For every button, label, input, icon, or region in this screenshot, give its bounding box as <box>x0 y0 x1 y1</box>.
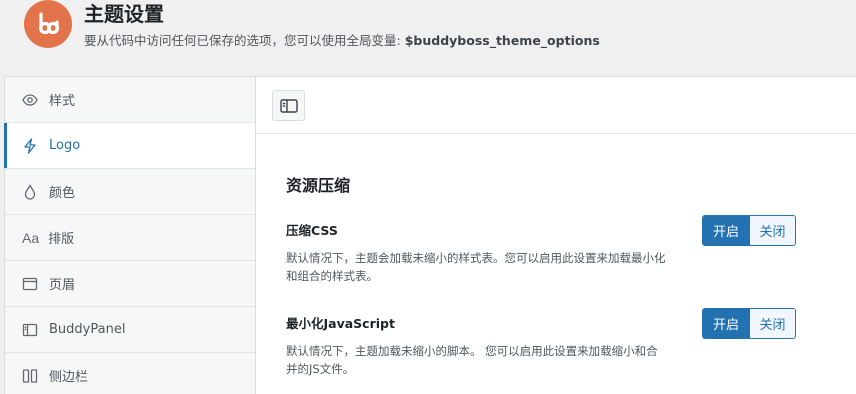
sidebar-item-label: Logo <box>49 138 81 153</box>
eye-icon <box>22 92 38 108</box>
minify-js-on-button[interactable]: 开启 <box>703 309 749 338</box>
compress-css-off-button[interactable]: 关闭 <box>749 216 795 245</box>
page-title: 主题设置 <box>84 2 164 26</box>
sidebar-item-sidebars[interactable]: 侧边栏 <box>5 353 255 394</box>
settings-content: 资源压缩 压缩CSS 默认情况下，主题会加载未缩小的样式表。您可以启用此设置来加… <box>256 77 856 394</box>
sidebar-item-header[interactable]: 页眉 <box>5 261 255 307</box>
sidebar-item-label: 颜色 <box>49 186 76 201</box>
sidebar-toggle-icon <box>279 98 298 113</box>
sidebar-item-label: 样式 <box>49 94 76 109</box>
subtitle-text: 要从代码中访问任何已保存的选项，您可以使用全局变量: <box>84 33 401 48</box>
content-toolbar <box>256 77 856 134</box>
settings-panel: 样式 Logo 颜色 Aa 排版 页眉 BuddyPanel 侧边栏 资源压缩 … <box>4 76 856 394</box>
sidebar-item-logo[interactable]: Logo <box>4 123 255 169</box>
settings-sidebar: 样式 Logo 颜色 Aa 排版 页眉 BuddyPanel 侧边栏 <box>4 77 256 394</box>
columns-icon <box>22 368 38 384</box>
section-title: 资源压缩 <box>286 176 351 195</box>
droplet-icon <box>22 183 38 200</box>
setting-description: 默认情况下，主题会加载未缩小的样式表。您可以启用此设置来加载最小化和组合的样式表… <box>286 251 666 283</box>
typography-icon: Aa <box>22 229 40 246</box>
minify-js-off-button[interactable]: 关闭 <box>749 309 795 338</box>
bolt-icon <box>22 137 38 154</box>
compress-css-on-button[interactable]: 开启 <box>703 216 749 245</box>
window-icon <box>22 276 38 292</box>
sidebar-item-buddypanel[interactable]: BuddyPanel <box>5 307 255 353</box>
sidebar-item-colors[interactable]: 颜色 <box>5 169 255 215</box>
setting-minify-js: 最小化JavaScript 默认情况下，主题加载未缩小的脚本。 您可以启用此设置… <box>286 308 826 378</box>
sidebar-item-typography[interactable]: Aa 排版 <box>5 215 255 261</box>
sidebar-item-style[interactable]: 样式 <box>5 77 255 123</box>
global-variable-name: $buddyboss_theme_options <box>404 33 600 48</box>
sidebar-item-label: BuddyPanel <box>49 322 126 337</box>
minify-js-switch: 开启 关闭 <box>702 308 796 339</box>
setting-description: 默认情况下，主题加载未缩小的脚本。 您可以启用此设置来加载缩小和合并的JS文件。 <box>286 344 658 376</box>
buddyboss-logo-icon <box>24 0 72 48</box>
page-header: 主题设置 要从代码中访问任何已保存的选项，您可以使用全局变量: $buddybo… <box>0 0 856 76</box>
sidebar-item-label: 页眉 <box>49 278 76 293</box>
sidebar-item-label: 排版 <box>48 232 75 247</box>
panel-icon <box>22 322 38 338</box>
sidebar-toggle-button[interactable] <box>272 90 305 121</box>
setting-compress-css: 压缩CSS 默认情况下，主题会加载未缩小的样式表。您可以启用此设置来加载最小化和… <box>286 215 826 285</box>
sidebar-item-label: 侧边栏 <box>49 370 89 385</box>
page-subtitle: 要从代码中访问任何已保存的选项，您可以使用全局变量: $buddyboss_th… <box>84 33 600 49</box>
compress-css-switch: 开启 关闭 <box>702 215 796 246</box>
